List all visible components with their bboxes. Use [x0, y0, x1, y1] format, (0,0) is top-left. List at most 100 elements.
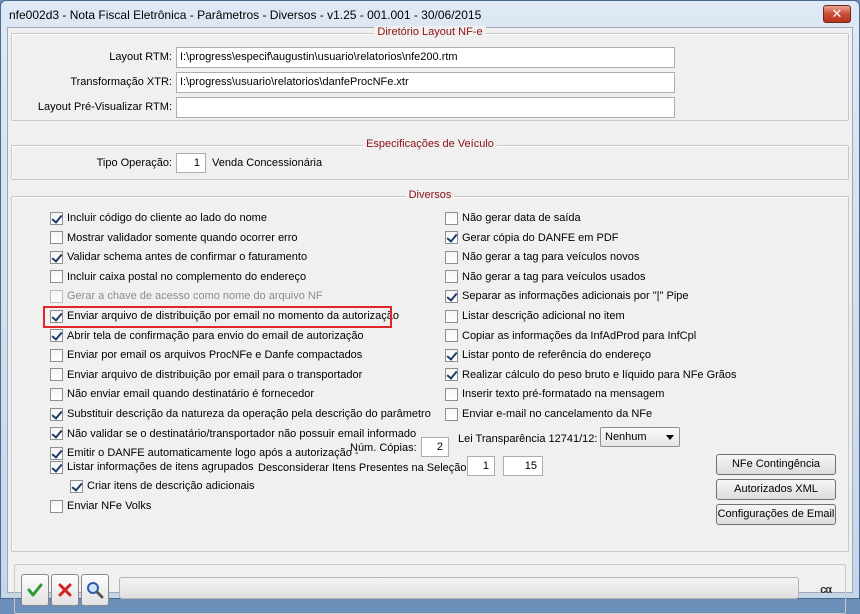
layout-rtm-label: Layout RTM: [109, 51, 172, 63]
option-label: Substituir descrição da natureza da oper… [67, 408, 431, 420]
left-option[interactable]: Validar schema antes de confirmar o fatu… [50, 250, 307, 264]
option-label: Inserir texto pré-formatado na mensagem [462, 388, 665, 401]
checkbox-checked[interactable] [445, 289, 458, 303]
x-icon [58, 583, 72, 597]
right-option[interactable]: Realizar cálculo do peso bruto e líquido… [445, 368, 737, 382]
checkbox-checked[interactable] [50, 250, 63, 264]
layout-directory-group: Diretório Layout NF-e Layout RTM: I:\pro… [11, 26, 849, 121]
option-label: Enviar e-mail no cancelamento da NFe [462, 408, 653, 420]
left-option: Gerar a chave de acesso como nome do arq… [50, 289, 323, 303]
checkbox-unchecked[interactable] [445, 407, 458, 421]
checkbox-checked[interactable] [50, 446, 63, 460]
checkbox-checked[interactable] [50, 427, 63, 441]
layout-directory-title: Diretório Layout NF-e [374, 26, 486, 38]
left-option[interactable]: Incluir caixa postal no complemento do e… [50, 270, 306, 284]
checkbox-unchecked[interactable] [50, 231, 63, 245]
cancel-button[interactable] [51, 574, 79, 606]
option-label: Mostrar validador somente quando ocorrer… [67, 231, 298, 244]
right-option[interactable]: Não gerar a tag para veículos usados [445, 270, 645, 284]
ok-button[interactable] [21, 574, 49, 606]
checkbox-unchecked[interactable] [445, 387, 458, 401]
transformation-xtr-label: Transformação XTR: [70, 76, 172, 88]
checkbox-unchecked[interactable] [50, 387, 63, 401]
option-label: Incluir caixa postal no complemento do e… [67, 270, 307, 283]
ignore-from-field[interactable]: 1 [467, 456, 495, 476]
magnifier-icon [87, 582, 104, 599]
checkbox-unchecked[interactable] [445, 250, 458, 264]
checkbox-checked[interactable] [50, 407, 63, 421]
option-label: Enviar arquivo de distribuição por email… [67, 368, 363, 381]
bottom-toolbar: cα [14, 564, 846, 614]
checkbox-checked[interactable] [50, 460, 63, 474]
right-option[interactable]: Separar as informações adicionais por "|… [445, 289, 689, 303]
left-option[interactable]: Abrir tela de confirmação para envio do … [50, 329, 364, 343]
checkbox-checked[interactable] [445, 368, 458, 382]
operation-type-label: Tipo Operação: [96, 157, 172, 169]
left-option[interactable]: Enviar arquivo de distribuição por email… [50, 368, 362, 382]
option-label: Enviar NFe Volks [67, 500, 152, 512]
option-label: Gerar a chave de acesso como nome do arq… [67, 290, 323, 303]
checkbox-unchecked[interactable] [445, 329, 458, 343]
option-label: Copiar as informações da InfAdProd para … [462, 329, 697, 342]
right-option[interactable]: Listar descrição adicional no item [445, 309, 625, 323]
left-option[interactable]: Enviar por email os arquivos ProcNFe e D… [50, 348, 362, 362]
checkbox-unchecked [50, 289, 63, 303]
checkbox-unchecked[interactable] [445, 211, 458, 225]
option-label: Não gerar data de saída [462, 212, 581, 224]
checkbox-checked[interactable] [445, 231, 458, 245]
operation-type-description: Venda Concessionária [212, 157, 323, 169]
option-label: Criar itens de descrição adicionais [87, 480, 255, 492]
diversos-group: Diversos Incluir código do cliente ao la… [11, 189, 849, 552]
option-label: Listar informações de itens agrupados [67, 461, 254, 473]
left-option[interactable]: Emitir o DANFE automaticamente logo após… [50, 446, 359, 460]
highlight-box [43, 306, 392, 328]
left-option[interactable]: Listar informações de itens agrupados [50, 460, 254, 474]
right-option[interactable]: Não gerar data de saída [445, 211, 581, 225]
checkbox-unchecked[interactable] [50, 368, 63, 382]
right-option[interactable]: Gerar cópia do DANFE em PDF [445, 231, 619, 245]
left-option[interactable]: Incluir código do cliente ao lado do nom… [50, 211, 267, 225]
checkbox-unchecked[interactable] [50, 270, 63, 284]
right-option[interactable]: Inserir texto pré-formatado na mensagem [445, 387, 664, 401]
checkbox-unchecked[interactable] [445, 270, 458, 284]
checkbox-checked[interactable] [445, 348, 458, 362]
search-button[interactable] [81, 574, 109, 606]
checkbox-unchecked[interactable] [445, 309, 458, 323]
checkbox-checked[interactable] [70, 479, 83, 493]
nfe-contingency-button[interactable]: NFe Contingência [716, 454, 836, 475]
option-label: Não validar se o destinatário/transporta… [67, 427, 417, 440]
close-button[interactable]: ✕ [823, 5, 851, 23]
right-option[interactable]: Copiar as informações da InfAdProd para … [445, 329, 696, 343]
option-label: Enviar por email os arquivos ProcNFe e D… [67, 349, 363, 362]
option-label: Validar schema antes de confirmar o fatu… [67, 251, 308, 264]
left-option[interactable]: Substituir descrição da natureza da oper… [50, 407, 431, 421]
email-config-button[interactable]: Configurações de Email [716, 504, 836, 525]
option-label: Gerar cópia do DANFE em PDF [462, 231, 619, 244]
left-option[interactable]: Mostrar validador somente quando ocorrer… [50, 231, 298, 245]
left-option[interactable]: Enviar NFe Volks [50, 499, 151, 513]
transparency-value: Nenhum [605, 431, 647, 443]
checkbox-unchecked[interactable] [50, 499, 63, 513]
ignore-to-field[interactable]: 15 [503, 456, 543, 476]
left-option[interactable]: Não validar se o destinatário/transporta… [50, 427, 416, 441]
copies-field[interactable]: 2 [421, 437, 449, 457]
layout-rtm-field[interactable]: I:\progress\especif\augustin\usuario\rel… [176, 47, 675, 68]
preview-rtm-label: Layout Pré-Visualizar RTM: [37, 101, 172, 113]
client-area: Diretório Layout NF-e Layout RTM: I:\pro… [7, 26, 853, 614]
option-label: Incluir código do cliente ao lado do nom… [67, 212, 267, 224]
checkbox-checked[interactable] [50, 211, 63, 225]
left-option[interactable]: Não enviar email quando destinatário é f… [50, 387, 314, 401]
transparency-select[interactable]: Nenhum [600, 427, 680, 447]
company-logo: cα [820, 584, 832, 596]
left-option[interactable]: Criar itens de descrição adicionais [70, 479, 255, 493]
checkbox-unchecked[interactable] [50, 348, 63, 362]
transformation-xtr-field[interactable]: I:\progress\usuario\relatorios\danfeProc… [176, 72, 675, 93]
checkbox-checked[interactable] [50, 329, 63, 343]
option-label: Listar ponto de referência do endereço [462, 349, 651, 362]
right-option[interactable]: Não gerar a tag para veículos novos [445, 250, 639, 264]
operation-type-field[interactable]: 1 [176, 153, 206, 173]
authorized-xml-button[interactable]: Autorizados XML [716, 479, 836, 500]
right-option[interactable]: Listar ponto de referência do endereço [445, 348, 651, 362]
right-option[interactable]: Enviar e-mail no cancelamento da NFe [445, 407, 652, 421]
preview-rtm-field[interactable] [176, 97, 675, 118]
